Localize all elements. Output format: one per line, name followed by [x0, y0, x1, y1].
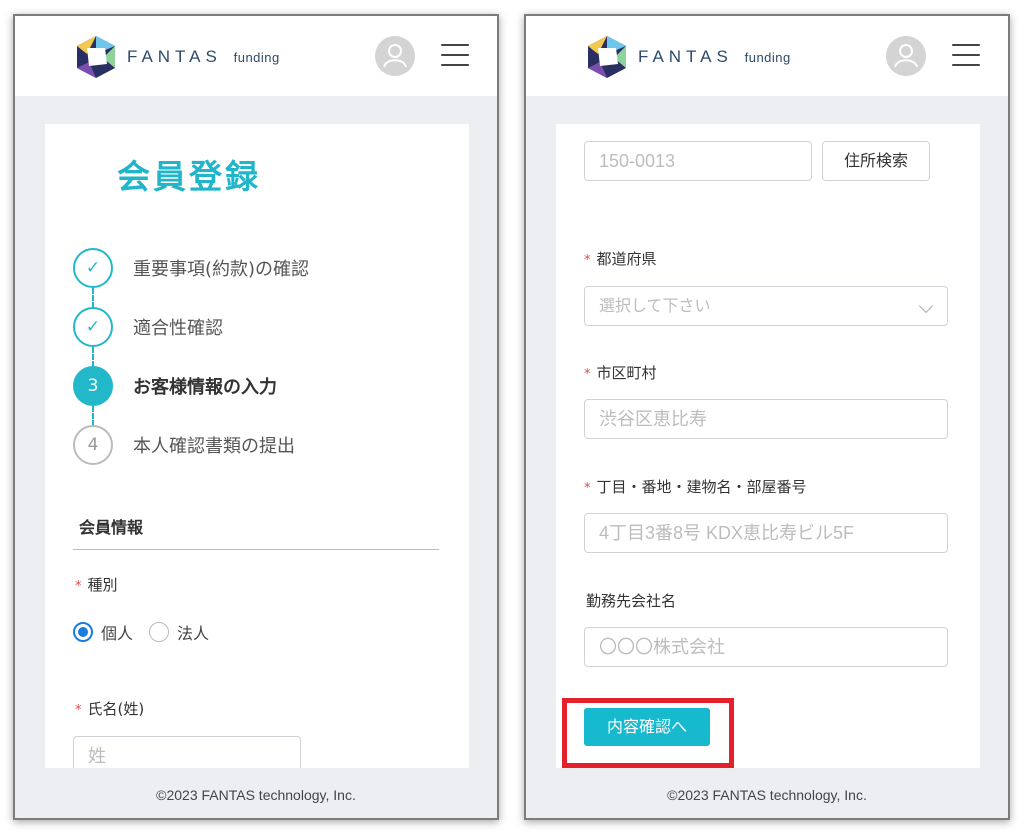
brand-name: FANTAS funding — [127, 47, 280, 67]
user-avatar-icon[interactable] — [886, 36, 926, 76]
label-text: 種別 — [87, 576, 118, 594]
hamburger-menu-icon[interactable] — [952, 44, 980, 66]
lastname-field-label: * 氏名(姓) — [75, 698, 144, 719]
page-title: 会員登録 — [117, 157, 261, 196]
street-field-label: * 丁目・番地・建物名・部屋番号 — [584, 476, 807, 497]
prefecture-field-label: * 都道府県 — [584, 248, 657, 269]
lastname-input[interactable] — [73, 736, 301, 768]
postal-code-input[interactable] — [584, 141, 812, 181]
address-search-button[interactable]: 住所検索 — [822, 141, 930, 181]
section-title: 会員情報 — [79, 518, 144, 537]
label-text: 市区町村 — [596, 364, 657, 382]
step-connector — [92, 347, 94, 367]
brand-main: FANTAS — [638, 47, 733, 66]
footer-copyright: ©2023 FANTAS technology, Inc. — [156, 787, 356, 803]
brand-sub: funding — [744, 50, 791, 65]
type-field-label: * 種別 — [75, 574, 118, 595]
app-header: FANTAS funding — [15, 16, 497, 96]
radio-corporate[interactable] — [149, 622, 170, 642]
chevron-down-icon — [918, 298, 934, 314]
step-3: 3 お客様情報の入力 — [73, 366, 277, 406]
step-2: ✓ 適合性確認 — [73, 307, 223, 347]
city-field-label: * 市区町村 — [584, 362, 657, 383]
label-text: 都道府県 — [596, 250, 657, 268]
step-label: お客様情報の入力 — [133, 377, 277, 398]
step-label: 本人確認書類の提出 — [133, 436, 295, 457]
step-connector — [92, 288, 94, 308]
brand-main: FANTAS — [127, 47, 222, 66]
brand-sub: funding — [233, 50, 280, 65]
select-placeholder: 選択して下さい — [599, 296, 711, 315]
step-label: 適合性確認 — [133, 318, 223, 339]
required-mark: * — [584, 253, 591, 268]
street-address-input[interactable] — [584, 513, 948, 553]
member-type-radio-group: 個人 法人 — [73, 620, 209, 644]
hamburger-menu-icon[interactable] — [441, 44, 469, 66]
phone-screen-left: FANTAS funding 会員登録 ✓ 重要事項(約款)の確認 ✓ 適合性確… — [13, 14, 499, 820]
logo-icon[interactable] — [73, 34, 119, 80]
user-avatar-icon[interactable] — [375, 36, 415, 76]
required-mark: * — [584, 481, 591, 496]
prefecture-select[interactable]: 選択して下さい — [584, 286, 948, 326]
label-text: 氏名(姓) — [87, 700, 145, 718]
city-input[interactable] — [584, 399, 948, 439]
confirm-button[interactable]: 内容確認へ — [584, 708, 710, 746]
footer-copyright: ©2023 FANTAS technology, Inc. — [667, 787, 867, 803]
step-number: 3 — [73, 366, 113, 406]
section-divider — [73, 549, 439, 550]
radio-individual-label[interactable]: 個人 — [101, 620, 133, 644]
radio-individual[interactable] — [73, 622, 93, 642]
phone-screen-right: FANTAS funding 住所検索 * 都道府県 選択して下さい * 市区町村 … — [524, 14, 1010, 820]
label-text: 丁目・番地・建物名・部屋番号 — [596, 478, 807, 496]
required-mark: * — [584, 367, 591, 382]
check-icon: ✓ — [73, 248, 113, 288]
required-mark: * — [75, 703, 82, 718]
step-label: 重要事項(約款)の確認 — [133, 259, 310, 280]
app-header: FANTAS funding — [526, 16, 1008, 96]
registration-card: 会員登録 ✓ 重要事項(約款)の確認 ✓ 適合性確認 3 お客様情報の入力 4 … — [45, 124, 469, 768]
address-form-card: 住所検索 * 都道府県 選択して下さい * 市区町村 * 丁目・番地・建物名・部屋番号… — [556, 124, 980, 768]
required-mark: * — [75, 579, 82, 594]
step-connector — [92, 406, 94, 426]
radio-corporate-label[interactable]: 法人 — [177, 620, 209, 644]
step-number: 4 — [73, 425, 113, 465]
company-field-label: 勤務先会社名 — [586, 592, 677, 610]
logo-icon[interactable] — [584, 34, 630, 80]
step-1: ✓ 重要事項(約款)の確認 — [73, 248, 309, 288]
check-icon: ✓ — [73, 307, 113, 347]
brand-name: FANTAS funding — [638, 47, 791, 67]
step-4: 4 本人確認書類の提出 — [73, 425, 295, 465]
company-name-input[interactable] — [584, 627, 948, 667]
